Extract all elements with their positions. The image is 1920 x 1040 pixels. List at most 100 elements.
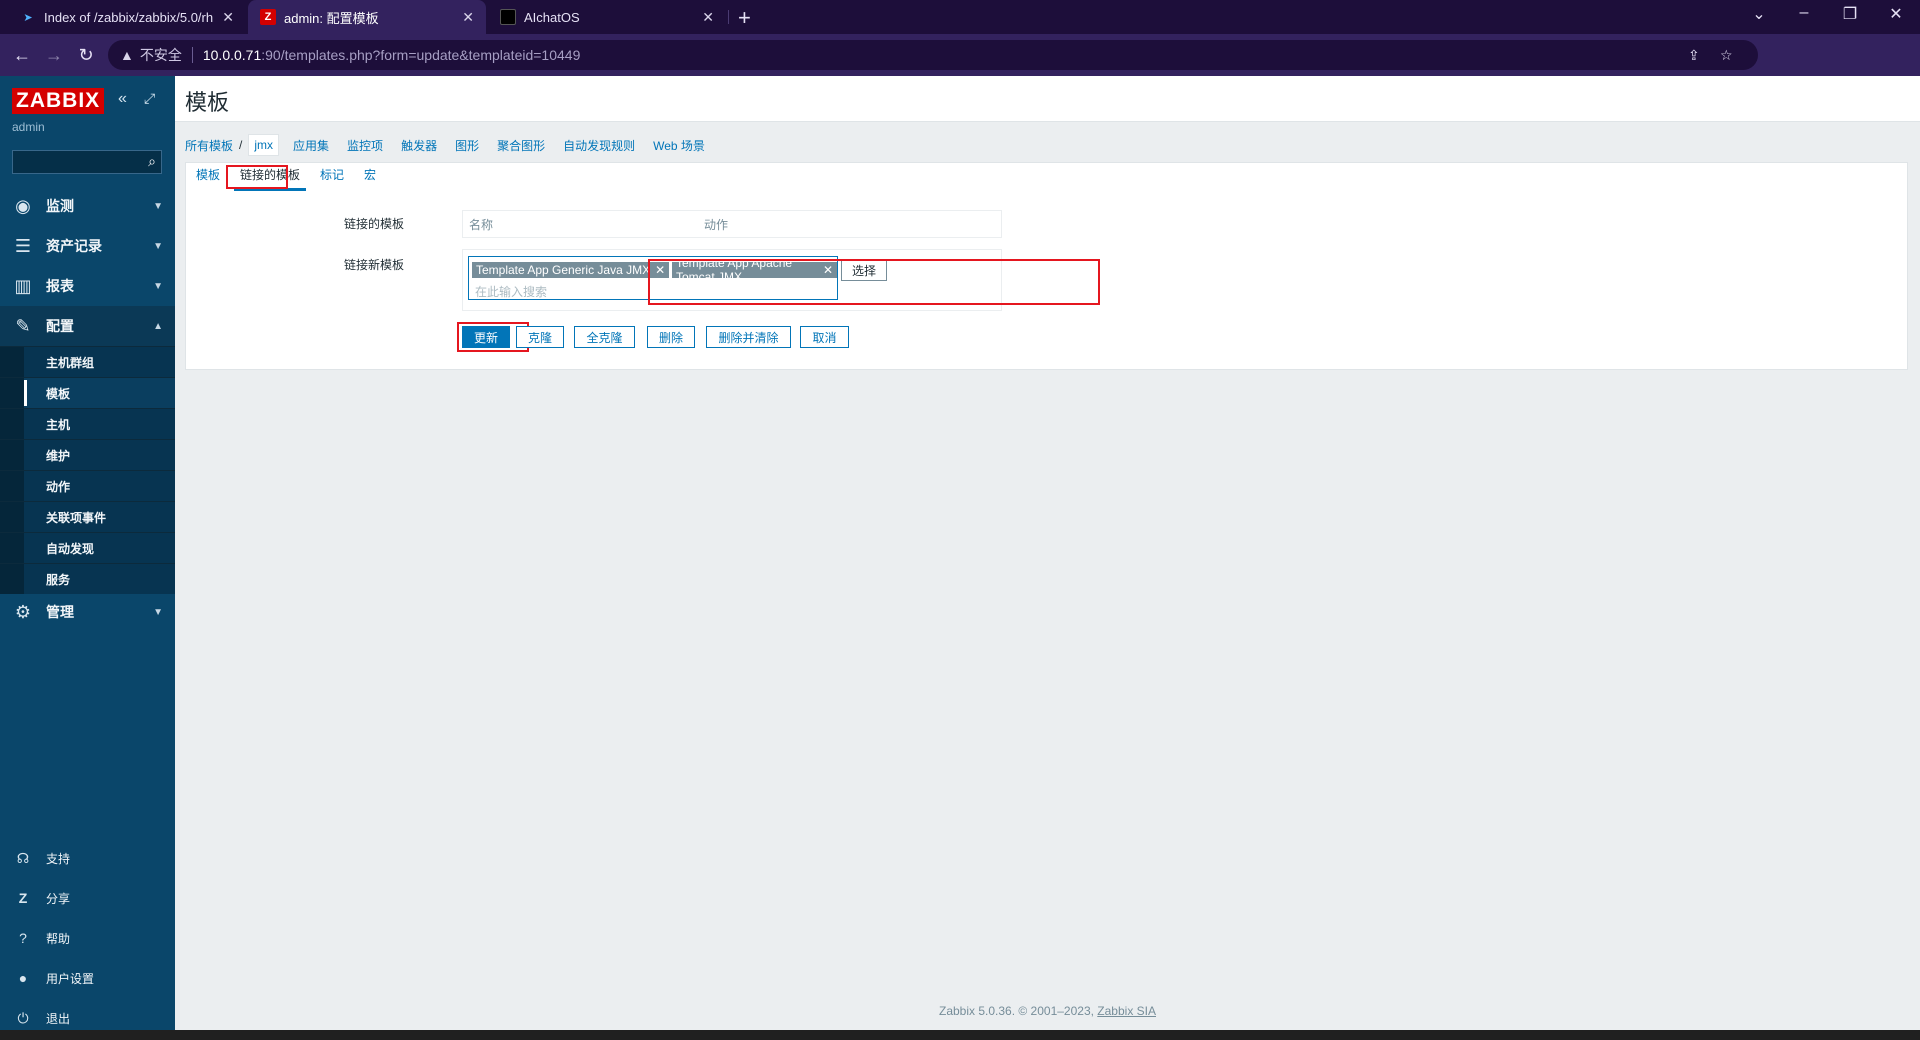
kiosk-mode-icon[interactable]: ⤢ bbox=[144, 90, 155, 107]
linked-templates-table: 名称 动作 bbox=[462, 210, 1002, 238]
menu-label: 配置 bbox=[46, 318, 74, 334]
security-label: 不安全 bbox=[139, 47, 182, 63]
browser-tab-aichatos[interactable]: AIchatOS ✕ bbox=[488, 0, 726, 34]
url-path: :90/templates.php?form=update&templateid… bbox=[261, 47, 581, 63]
breadcrumb-current-template[interactable]: jmx bbox=[248, 134, 280, 156]
menu-user-settings[interactable]: ● 用户设置 bbox=[0, 958, 175, 998]
search-icon[interactable]: ⌕ bbox=[148, 153, 156, 170]
submenu-event-correlation[interactable]: 关联项事件 bbox=[0, 501, 175, 532]
chevron-down-icon[interactable]: ⌄ bbox=[1739, 4, 1779, 24]
submenu-actions[interactable]: 动作 bbox=[0, 470, 175, 501]
back-icon[interactable]: ← bbox=[6, 45, 38, 66]
tab-macros[interactable]: 宏 bbox=[354, 166, 386, 191]
submenu-host-groups[interactable]: 主机群组 bbox=[0, 346, 175, 377]
tab-title: AIchatOS bbox=[524, 9, 580, 25]
full-clone-button[interactable]: 全克隆 bbox=[574, 326, 635, 348]
link-triggers[interactable]: 触发器 bbox=[401, 137, 437, 154]
bird-favicon-icon: ➤ bbox=[23, 11, 33, 24]
link-new-templates-label: 链接新模板 bbox=[343, 258, 404, 272]
close-icon[interactable]: ✕ bbox=[462, 9, 474, 26]
link-web-scenarios[interactable]: Web 场景 bbox=[653, 137, 705, 154]
warning-icon: ▲ bbox=[120, 47, 134, 63]
menu-label: 报表 bbox=[46, 278, 74, 294]
sidebar-search-input[interactable]: ⌕ bbox=[12, 150, 162, 174]
menu-label: 管理 bbox=[46, 604, 74, 620]
link-items[interactable]: 监控项 bbox=[347, 137, 383, 154]
menu-label: 帮助 bbox=[46, 931, 71, 946]
link-discovery-rules[interactable]: 自动发现规则 bbox=[563, 137, 635, 154]
column-header-name: 名称 bbox=[469, 217, 494, 232]
submenu-services[interactable]: 服务 bbox=[0, 563, 175, 594]
divider bbox=[191, 47, 193, 63]
tab-template[interactable]: 模板 bbox=[186, 166, 230, 191]
link-applications[interactable]: 应用集 bbox=[293, 137, 329, 154]
multiselect-placeholder[interactable]: 在此输入搜索 bbox=[475, 283, 547, 300]
delete-and-clear-button[interactable]: 删除并清除 bbox=[706, 326, 791, 348]
url-field[interactable]: ▲ 不安全 10.0.0.71 :90/templates.php?form=u… bbox=[108, 40, 1758, 70]
menu-administration[interactable]: ⚙ 管理 ▼ bbox=[0, 592, 175, 632]
link-graphs[interactable]: 图形 bbox=[455, 137, 479, 154]
tab-title: Index of /zabbix/zabbix/5.0/rh bbox=[44, 9, 214, 25]
menu-monitoring[interactable]: ◉ 监测 ▼ bbox=[0, 186, 175, 226]
chevron-down-icon: ▼ bbox=[153, 606, 163, 618]
menu-reports[interactable]: ▥ 报表 ▼ bbox=[0, 266, 175, 306]
menu-support[interactable]: ☊ 支持 bbox=[0, 838, 175, 878]
close-icon[interactable]: ✕ bbox=[702, 9, 714, 26]
menu-help[interactable]: ? 帮助 bbox=[0, 918, 175, 958]
submenu-maintenance[interactable]: 维护 bbox=[0, 439, 175, 470]
user-icon: ● bbox=[18, 970, 28, 986]
menu-inventory[interactable]: ☰ 资产记录 ▼ bbox=[0, 226, 175, 266]
cancel-button[interactable]: 取消 bbox=[800, 326, 849, 348]
minimize-icon[interactable]: – bbox=[1784, 4, 1824, 22]
wrench-icon: ✎ bbox=[15, 315, 31, 336]
reload-icon[interactable]: ↻ bbox=[70, 45, 102, 66]
submenu-label: 主机 bbox=[46, 417, 71, 432]
menu-configuration[interactable]: ✎ 配置 ▲ bbox=[0, 306, 175, 346]
bookmark-star-icon[interactable]: ☆ bbox=[1720, 47, 1733, 64]
submenu-templates[interactable]: 模板 bbox=[0, 377, 175, 408]
close-window-icon[interactable]: ✕ bbox=[1876, 4, 1916, 24]
submenu-label: 自动发现 bbox=[46, 541, 95, 556]
tab-tags[interactable]: 标记 bbox=[310, 166, 354, 191]
highlight-box bbox=[648, 259, 1100, 305]
sidebar-username: admin bbox=[12, 120, 45, 134]
submenu-label: 动作 bbox=[46, 479, 71, 494]
footer: Zabbix 5.0.36. © 2001–2023, Zabbix SIA bbox=[175, 1004, 1920, 1018]
power-icon: ⏻ bbox=[17, 1009, 29, 1026]
main-content: 模板 所有模板 / jmx 应用集 监控项 触发器 图形 聚合图形 自动发现规则… bbox=[175, 76, 1920, 1030]
submenu-label: 主机群组 bbox=[46, 355, 95, 370]
list-icon: ☰ bbox=[14, 235, 32, 256]
page-title: 模板 bbox=[185, 90, 230, 115]
footer-link[interactable]: Zabbix SIA bbox=[1097, 1004, 1156, 1018]
menu-label: 退出 bbox=[46, 1011, 71, 1026]
column-header-action: 动作 bbox=[704, 217, 729, 232]
menu-label: 用户设置 bbox=[46, 971, 95, 986]
breadcrumb-all-templates[interactable]: 所有模板 bbox=[185, 137, 233, 154]
submenu-discovery[interactable]: 自动发现 bbox=[0, 532, 175, 563]
menu-share[interactable]: Z 分享 bbox=[0, 878, 175, 918]
chevron-down-icon: ▼ bbox=[153, 200, 163, 212]
help-icon: ? bbox=[19, 930, 27, 946]
forward-icon[interactable]: → bbox=[38, 45, 70, 66]
clone-button[interactable]: 克隆 bbox=[516, 326, 564, 348]
browser-tab-zabbix[interactable]: Z admin: 配置模板 ✕ bbox=[248, 0, 486, 34]
highlight-box bbox=[226, 165, 288, 189]
page-header: 模板 bbox=[175, 76, 1920, 122]
delete-button[interactable]: 删除 bbox=[647, 326, 695, 348]
collapse-sidebar-icon[interactable]: « bbox=[118, 90, 127, 108]
share-icon: Z bbox=[18, 890, 28, 906]
new-tab-icon[interactable]: + bbox=[738, 5, 751, 31]
submenu-label: 关联项事件 bbox=[46, 510, 107, 525]
zabbix-logo[interactable]: ZABBIX bbox=[12, 88, 105, 114]
restore-icon[interactable]: ❐ bbox=[1830, 4, 1870, 24]
submenu-hosts[interactable]: 主机 bbox=[0, 408, 175, 439]
chevron-down-icon: ▼ bbox=[153, 280, 163, 292]
menu-label: 资产记录 bbox=[46, 238, 102, 254]
breadcrumb-separator: / bbox=[239, 138, 243, 152]
close-icon[interactable]: ✕ bbox=[222, 9, 234, 26]
os-taskbar bbox=[0, 1030, 1920, 1040]
link-screens[interactable]: 聚合图形 bbox=[497, 137, 545, 154]
browser-tab-index[interactable]: ➤ Index of /zabbix/zabbix/5.0/rh ✕ bbox=[8, 0, 246, 34]
headset-icon: ☊ bbox=[16, 849, 30, 866]
share-page-icon[interactable]: ⇪ bbox=[1688, 47, 1700, 64]
